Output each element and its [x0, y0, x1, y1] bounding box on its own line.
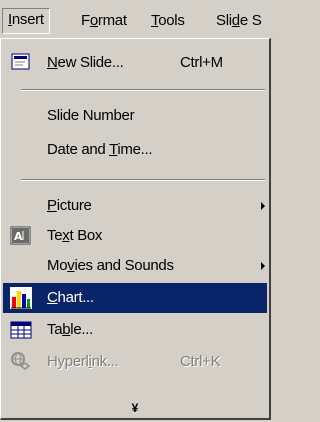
menu-item-table[interactable]: Table...	[3, 315, 267, 345]
menu-slide-show-prefix: Sli	[216, 12, 232, 29]
menu-item-date-time[interactable]: Date and Time...	[3, 135, 267, 165]
movies-sounds-prefix: Mo	[47, 257, 68, 274]
new-slide-label: New Slide...	[47, 52, 124, 74]
text-box-label: Text Box	[47, 225, 102, 247]
menu-slide-show-accel: d	[231, 12, 240, 29]
table-prefix: Ta	[47, 321, 63, 338]
new-slide-icon	[9, 51, 33, 75]
new-slide-text: ew Slide...	[57, 54, 124, 71]
date-time-label: Date and Time...	[47, 139, 153, 161]
picture-accel: P	[47, 197, 57, 214]
chart-text: hart...	[57, 289, 95, 306]
insert-menu-dropdown: New Slide... Ctrl+M Slide Number Date an…	[0, 38, 271, 420]
menu-format-prefix: F	[81, 12, 90, 29]
menu-bar: Insert Format Tools Slide S	[0, 0, 273, 39]
expand-menu-chevron-icon[interactable]: ¥	[3, 401, 267, 417]
date-time-text: ime...	[117, 141, 153, 158]
new-slide-accel: N	[47, 54, 58, 71]
menu-item-picture[interactable]: Picture	[3, 191, 267, 221]
hyperlink-label: Hyperlink...	[47, 351, 119, 373]
hyperlink-prefix: Hyperl	[47, 353, 89, 370]
chart-label: Chart...	[47, 287, 94, 309]
submenu-arrow-icon	[261, 262, 265, 270]
picture-label: Picture	[47, 195, 92, 217]
svg-text:A: A	[14, 230, 23, 243]
table-text: le...	[70, 321, 93, 338]
menu-item-chart[interactable]: Chart...	[3, 283, 267, 313]
hyperlink-icon	[9, 350, 33, 374]
menu-separator	[21, 89, 265, 91]
menu-item-movies-sounds[interactable]: Movies and Sounds	[3, 251, 267, 281]
menu-tools[interactable]: Tools	[147, 10, 189, 34]
menu-slide-show-rest: e S	[239, 12, 262, 29]
menu-separator	[21, 179, 265, 181]
menu-item-slide-number[interactable]: Slide Number	[3, 101, 267, 131]
text-box-icon: A	[9, 224, 33, 248]
date-time-prefix: Date and	[47, 141, 110, 158]
menu-tools-rest: ools	[158, 12, 185, 29]
submenu-arrow-icon	[261, 202, 265, 210]
chart-icon	[9, 286, 33, 310]
menu-insert-rest: nsert	[11, 11, 44, 28]
menu-format-accel: o	[89, 12, 98, 29]
menu-insert[interactable]: Insert	[2, 8, 50, 34]
menu-format-rest: rmat	[97, 12, 127, 29]
text-box-text: t Box	[69, 227, 103, 244]
movies-sounds-text: ies and Sounds	[74, 257, 174, 274]
menu-item-text-box[interactable]: A Text Box	[3, 221, 267, 251]
picture-text: icture	[56, 197, 92, 214]
movies-sounds-label: Movies and Sounds	[47, 255, 174, 277]
menu-item-new-slide[interactable]: New Slide... Ctrl+M	[3, 48, 267, 78]
text-box-prefix: Te	[47, 227, 63, 244]
menu-format[interactable]: Format	[77, 10, 131, 34]
new-slide-shortcut: Ctrl+M	[180, 54, 223, 71]
menu-slide-show[interactable]: Slide S	[212, 10, 265, 34]
hyperlink-shortcut: Ctrl+K	[180, 353, 221, 370]
table-label: Table...	[47, 319, 93, 341]
menu-item-hyperlink[interactable]: Hyperlink... Ctrl+K	[3, 347, 267, 377]
chart-accel: C	[47, 289, 58, 306]
table-icon	[9, 318, 33, 342]
slide-number-label: Slide Number	[47, 107, 135, 124]
hyperlink-text: nk...	[91, 353, 119, 370]
